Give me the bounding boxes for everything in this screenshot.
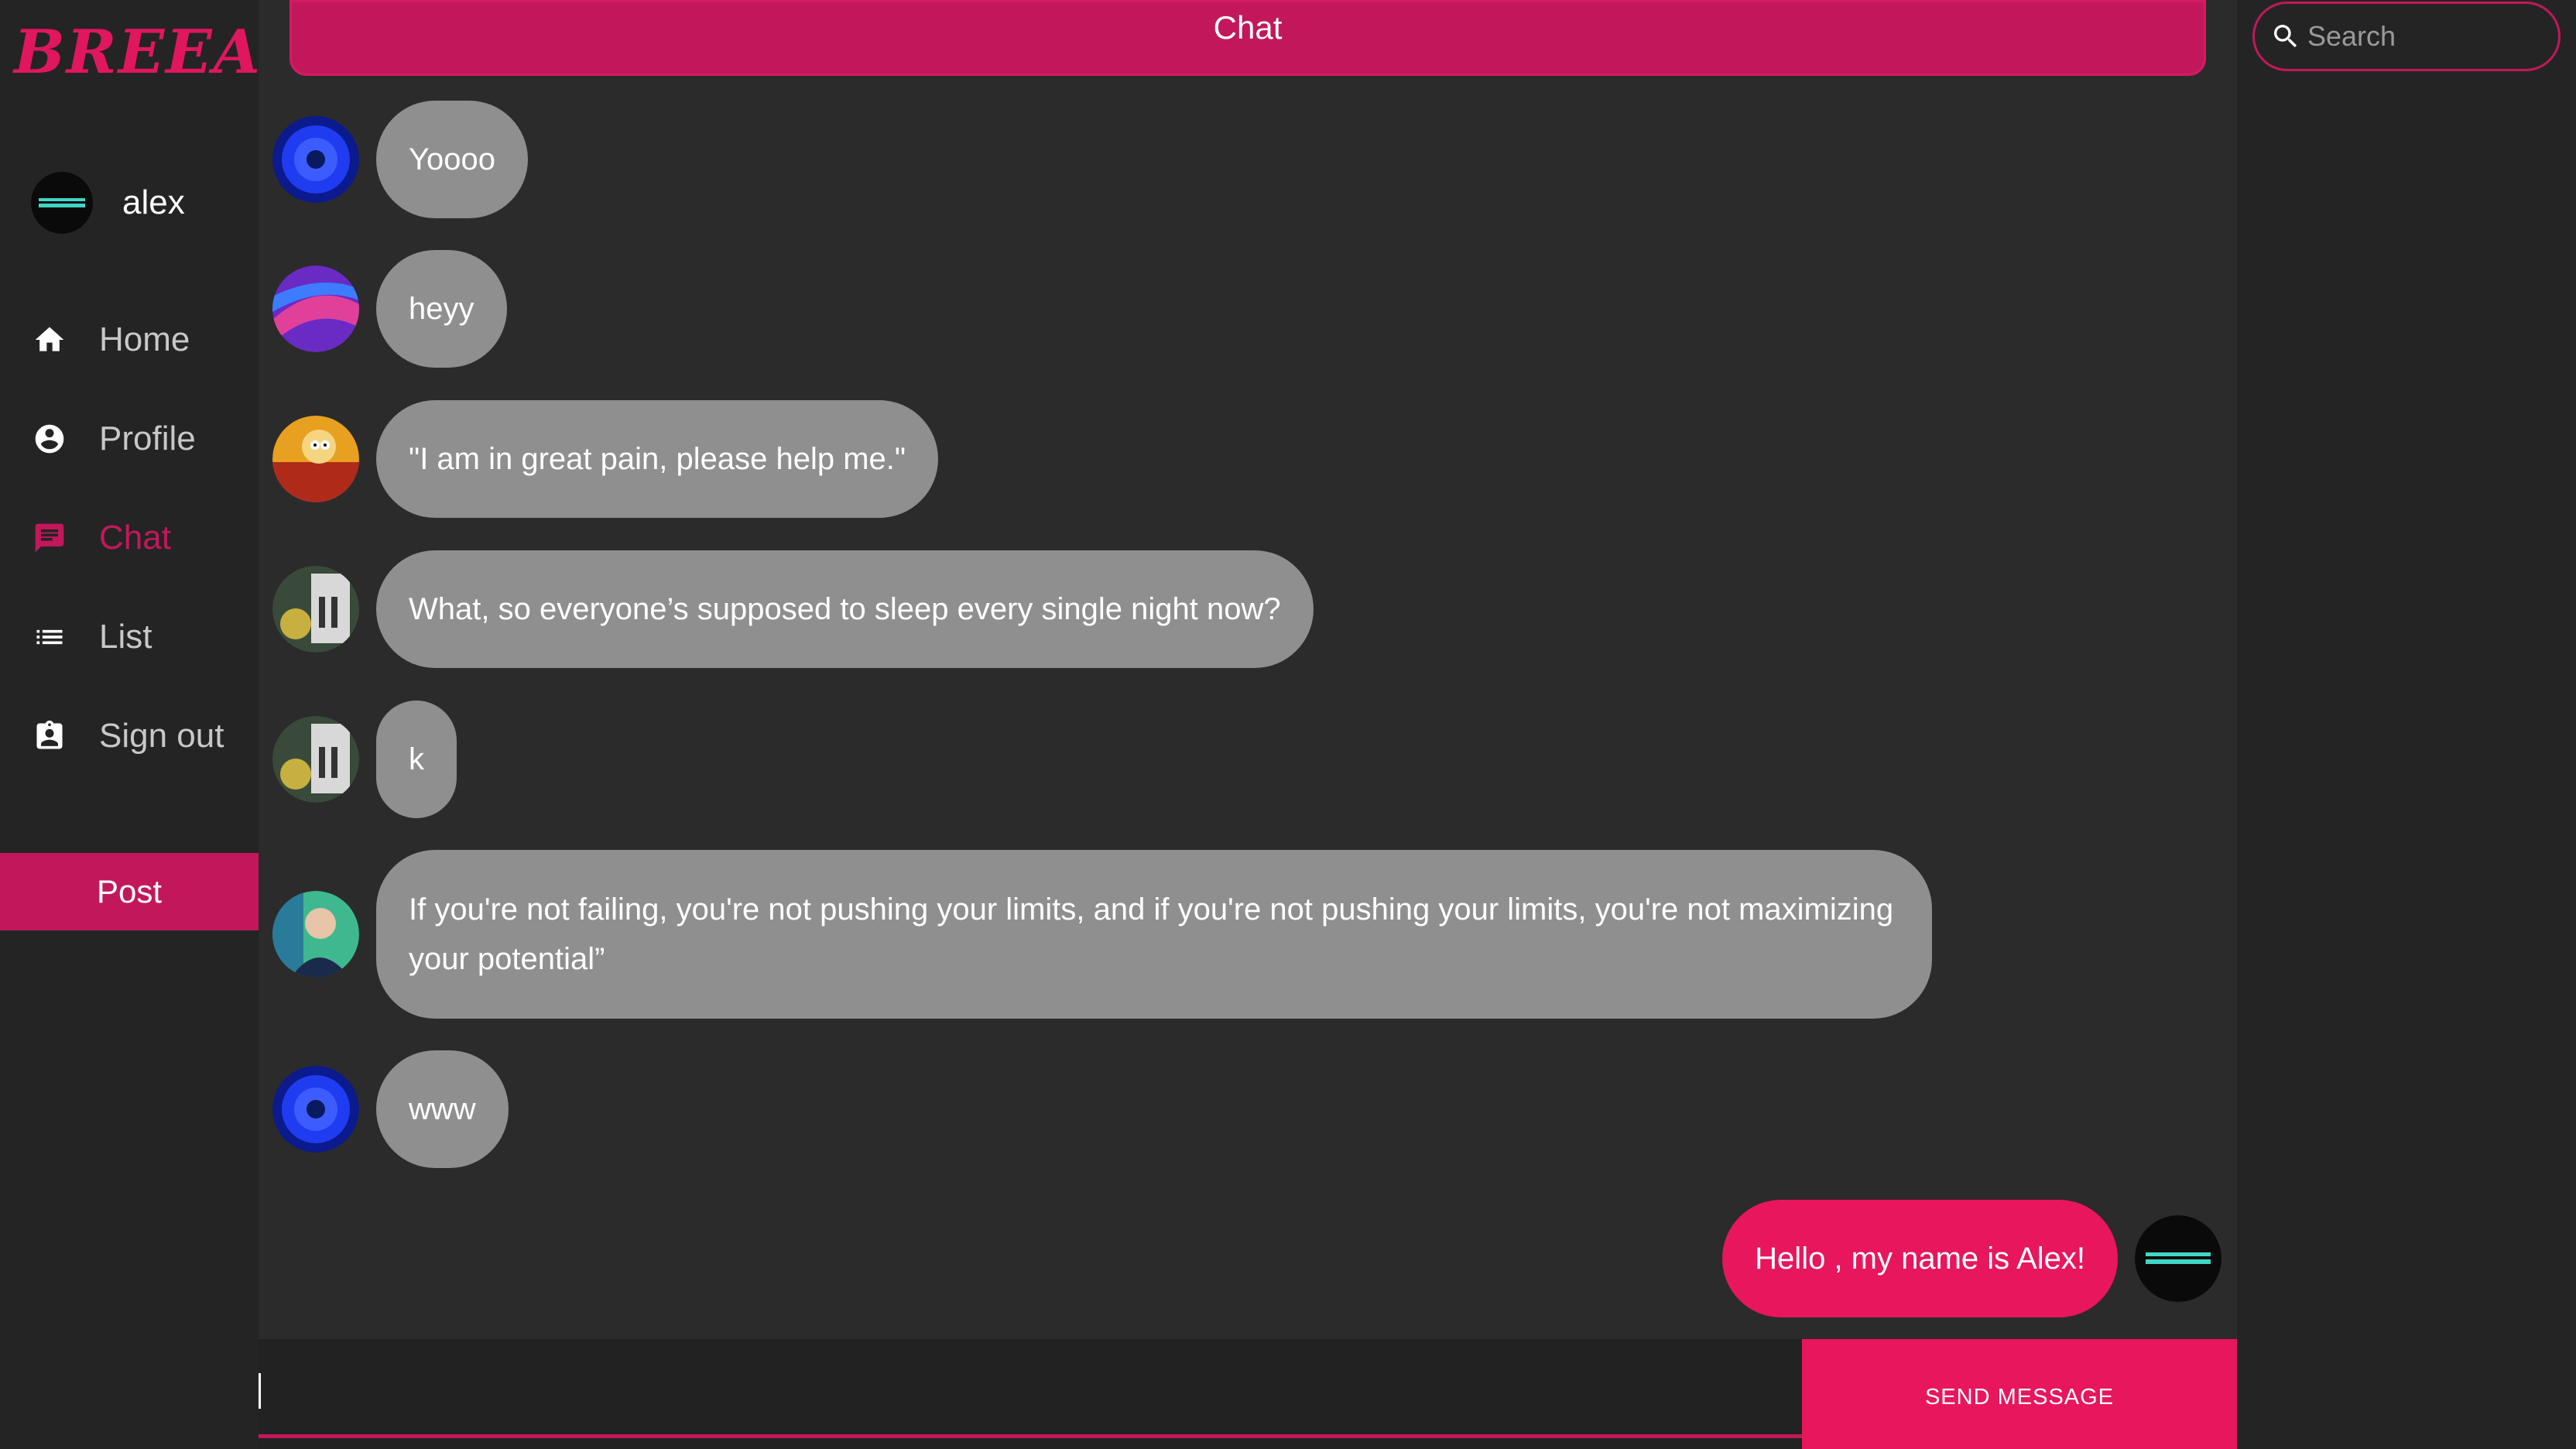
sidebar-item-label: List — [99, 618, 152, 656]
message-bubble: www — [376, 1050, 509, 1168]
message-bubble: k — [376, 701, 457, 818]
message-bubble: heyy — [376, 250, 507, 368]
chat-icon — [33, 521, 67, 555]
right-panel — [2237, 0, 2576, 1449]
search-input[interactable] — [2306, 19, 2557, 53]
sidebar-item-list[interactable]: List — [0, 587, 259, 687]
post-button[interactable]: Post — [0, 853, 259, 930]
send-message-button[interactable]: SEND MESSAGE — [1802, 1339, 2237, 1449]
sidebar-nav: Home Profile Chat List Sign out — [0, 290, 259, 786]
text-caret — [259, 1373, 261, 1409]
message-composer: SEND MESSAGE — [259, 1339, 2237, 1449]
message-row: heyy — [272, 250, 507, 368]
chat-panel: Chat Yoooo heyy "I am in great pain, ple… — [259, 0, 2237, 1449]
message-row: What, so everyone’s supposed to sleep ev… — [272, 550, 1314, 668]
blue-flower-avatar[interactable] — [272, 1066, 359, 1153]
sidebar-item-label: Chat — [99, 519, 171, 557]
current-user[interactable]: alex — [31, 172, 185, 234]
badge-icon — [33, 719, 67, 753]
list-icon — [33, 620, 67, 654]
sidebar-item-home[interactable]: Home — [0, 290, 259, 389]
message-row-own: Hello , my name is Alex! — [1722, 1200, 2221, 1317]
chat-title: Chat — [289, 0, 2206, 76]
sidebar-item-label: Sign out — [99, 717, 224, 755]
purple-feather-avatar[interactable] — [272, 265, 359, 352]
message-bubble: What, so everyone’s supposed to sleep ev… — [376, 550, 1314, 668]
sidebar-item-sign-out[interactable]: Sign out — [0, 687, 259, 786]
home-icon — [33, 323, 67, 357]
message-row: Yoooo — [272, 101, 528, 218]
speaker-avatar[interactable] — [272, 891, 359, 978]
sidebar-item-label: Home — [99, 320, 190, 358]
user-name: alex — [122, 183, 185, 221]
sidebar: BREEAB alex Home Profile Chat List Sign … — [0, 0, 313, 1449]
account-circle-icon — [33, 422, 67, 456]
message-bubble-own: Hello , my name is Alex! — [1722, 1200, 2118, 1317]
app-window: BREEAB alex Home Profile Chat List Sign … — [0, 0, 2576, 1449]
sidebar-item-chat[interactable]: Chat — [0, 488, 259, 587]
message-row: k — [272, 701, 457, 818]
message-row: "I am in great pain, please help me." — [272, 400, 939, 518]
message-bubble: "I am in great pain, please help me." — [376, 400, 939, 518]
message-bubble: If you're not failing, you're not pushin… — [376, 850, 1932, 1019]
message-row: If you're not failing, you're not pushin… — [272, 850, 1932, 1019]
rick-avatar[interactable] — [272, 716, 359, 803]
user-avatar[interactable] — [2135, 1215, 2221, 1302]
cartoon-avatar[interactable] — [272, 416, 359, 502]
message-row: www — [272, 1050, 509, 1168]
sidebar-item-profile[interactable]: Profile — [0, 389, 259, 488]
search-icon — [2270, 21, 2301, 52]
sidebar-item-label: Profile — [99, 420, 196, 457]
rick-avatar[interactable] — [272, 566, 359, 653]
search-box[interactable] — [2252, 2, 2561, 71]
message-bubble: Yoooo — [376, 101, 528, 218]
message-input[interactable] — [259, 1339, 1802, 1438]
user-avatar — [31, 172, 93, 234]
blue-flower-avatar[interactable] — [272, 116, 359, 203]
